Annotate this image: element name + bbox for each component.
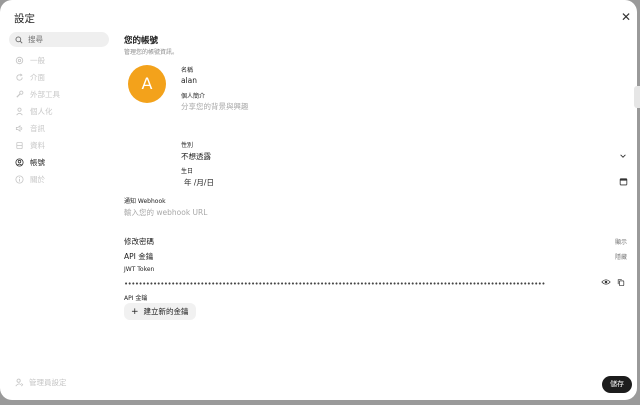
sidebar-item-personalization[interactable]: 個人化 (9, 103, 109, 120)
refresh-icon (16, 73, 23, 81)
search-icon (15, 36, 23, 44)
page-title: 您的帳號 (124, 36, 159, 46)
webhook-label: 通知 Webhook (124, 198, 166, 205)
sidebar-item-data[interactable]: 資料 (9, 137, 109, 154)
close-icon[interactable]: ✕ (620, 11, 632, 23)
sidebar-item-label: 關於 (30, 175, 45, 184)
api-keys-toggle[interactable]: 隱藏 (615, 252, 627, 261)
page-subtitle: 管理您的帳號資訊。 (124, 49, 179, 56)
database-icon (16, 141, 23, 150)
calendar-icon[interactable] (619, 177, 628, 186)
sidebar-item-label: 資料 (30, 141, 45, 150)
create-api-key-label: 建立新的金鑰 (143, 307, 189, 316)
change-password-title: 修改密碼 (124, 237, 154, 246)
gender-label: 性別 (181, 142, 194, 149)
admin-settings-link[interactable]: 管理員設定 (15, 377, 67, 388)
plus-icon: + (131, 306, 139, 317)
sidebar-item-label: 介面 (30, 73, 45, 82)
jwt-label: JWT Token (124, 266, 155, 273)
save-button[interactable]: 儲存 (602, 376, 632, 393)
copy-icon[interactable] (617, 278, 625, 287)
bio-label: 個人簡介 (181, 93, 206, 100)
search-input[interactable] (28, 35, 98, 44)
api-keys-title: API 金鑰 (124, 252, 154, 261)
sidebar-item-label: 外部工具 (30, 90, 60, 99)
admin-settings-label: 管理員設定 (29, 378, 67, 387)
speaker-icon (15, 124, 23, 133)
admin-user-icon (15, 378, 24, 387)
api-key-label: API 金鑰 (124, 295, 148, 302)
sidebar-item-general[interactable]: 一般 (9, 52, 109, 69)
info-icon (15, 175, 24, 184)
search-box[interactable] (9, 32, 109, 47)
create-api-key-button[interactable]: + 建立新的金鑰 (124, 303, 196, 320)
sidebar-item-label: 音訊 (30, 124, 45, 133)
chevron-down-icon[interactable] (619, 152, 627, 160)
name-field[interactable]: alan (181, 76, 197, 85)
sidebar-item-audio[interactable]: 音訊 (9, 120, 109, 137)
birthday-label: 生日 (181, 168, 194, 175)
name-label: 名稱 (181, 67, 194, 74)
gender-select[interactable]: 不想透露 (181, 151, 211, 162)
birthday-field[interactable]: 年 /月/日 (184, 177, 214, 188)
wrench-icon (16, 90, 24, 98)
sidebar: 一般 介面 外部工具 個人化 (9, 32, 109, 188)
person-icon (16, 107, 23, 116)
change-password-toggle[interactable]: 顯示 (615, 237, 627, 246)
sidebar-item-account[interactable]: 帳號 (9, 154, 109, 171)
scroll-handle[interactable] (634, 86, 640, 108)
settings-modal: 設定 ✕ 一般 介面 (0, 0, 637, 400)
sidebar-item-external-tools[interactable]: 外部工具 (9, 86, 109, 103)
webhook-field[interactable]: 輸入您的 webhook URL (124, 207, 207, 218)
sidebar-item-label: 個人化 (30, 107, 53, 116)
sidebar-item-about[interactable]: 關於 (9, 171, 109, 188)
jwt-token-field[interactable]: ••••••••••••••••••••••••••••••••••••••••… (124, 280, 589, 288)
gear-icon (15, 56, 24, 65)
sidebar-item-interface[interactable]: 介面 (9, 69, 109, 86)
eye-icon[interactable] (601, 278, 611, 286)
sidebar-item-label: 帳號 (30, 158, 45, 167)
sidebar-item-label: 一般 (30, 56, 45, 65)
bio-field[interactable]: 分享您的背景與興趣 (181, 101, 249, 112)
user-circle-icon (15, 158, 24, 167)
avatar[interactable]: A (128, 65, 166, 103)
modal-title: 設定 (14, 13, 35, 25)
